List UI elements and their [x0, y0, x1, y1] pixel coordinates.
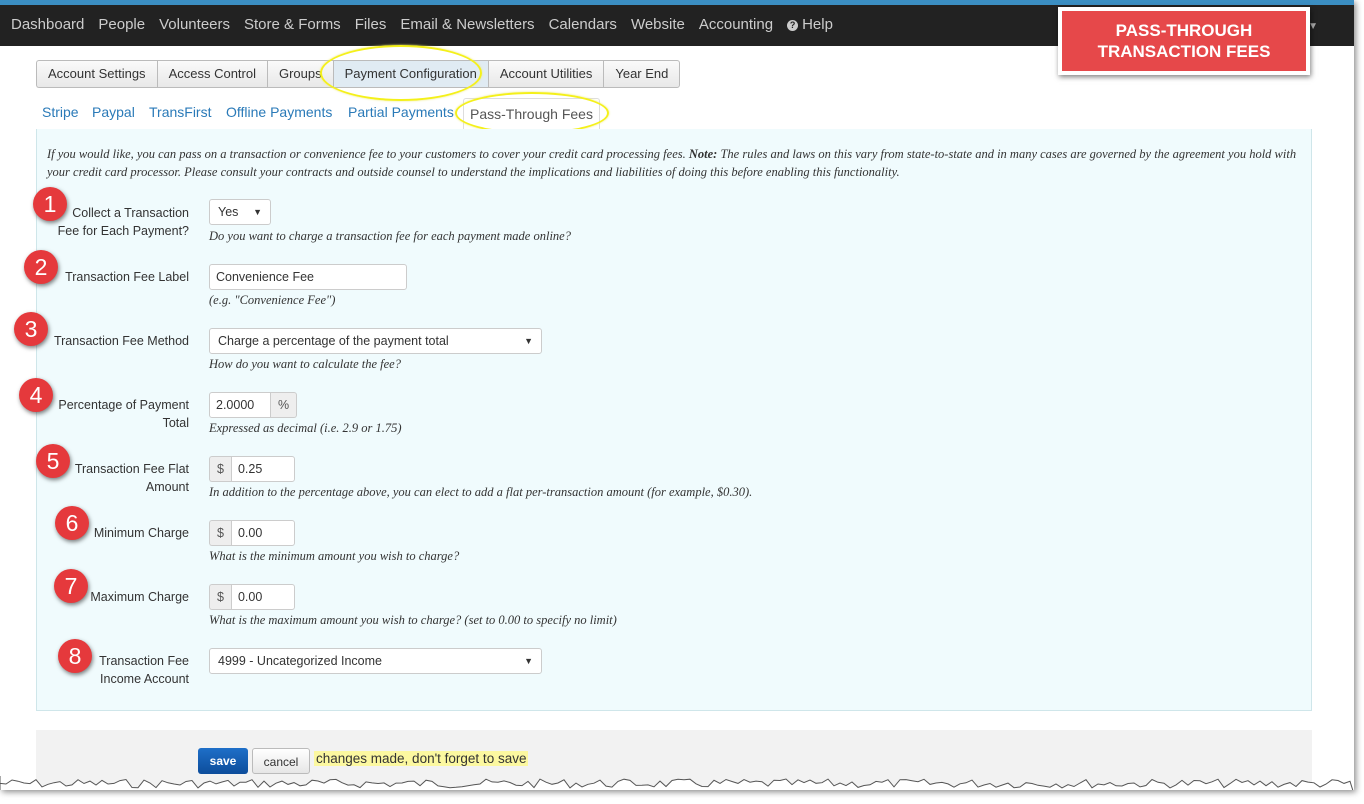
dollar-addon: $	[209, 456, 231, 482]
tab-account-utilities[interactable]: Account Utilities	[487, 60, 604, 88]
fee-label-label: Transaction Fee Label	[65, 270, 189, 284]
tab-paypal[interactable]: Paypal	[92, 104, 135, 120]
tab-stripe[interactable]: Stripe	[42, 104, 79, 120]
nav-store-forms[interactable]: Store & Forms	[244, 16, 341, 33]
income-account-label-line-1: Transaction Fee	[99, 654, 189, 668]
nav-calendars[interactable]: Calendars	[549, 16, 617, 33]
flat-amount-label-line-1: Transaction Fee Flat	[74, 462, 189, 476]
collect-fee-select[interactable]: Yes ▼	[209, 199, 271, 225]
tab-transfirst[interactable]: TransFirst	[149, 104, 211, 120]
nav-dashboard[interactable]: Dashboard	[11, 16, 84, 33]
maximum-charge-input-group: $ 0.00	[209, 584, 295, 610]
collect-fee-label-line-1: Collect a Transaction	[72, 206, 189, 220]
step-badge-6: 6	[55, 506, 89, 540]
intro-text-part-1: If you would like, you can pass on a tra…	[47, 147, 689, 161]
dollar-addon: $	[209, 584, 231, 610]
nav-email-newsletters[interactable]: Email & Newsletters	[400, 16, 534, 33]
payment-provider-tabs: Stripe Paypal TransFirst Offline Payment…	[36, 98, 1312, 130]
nav-volunteers[interactable]: Volunteers	[159, 16, 230, 33]
tab-offline-payments[interactable]: Offline Payments	[226, 104, 332, 120]
step-badge-2: 2	[24, 250, 58, 284]
collect-fee-label: Collect a Transaction Fee for Each Paymen…	[58, 204, 189, 240]
flat-amount-help: In addition to the percentage above, you…	[209, 485, 753, 499]
nav-help[interactable]: ? Help	[787, 16, 833, 33]
collect-fee-label-line-2: Fee for Each Payment?	[57, 224, 189, 238]
minimum-charge-label: Minimum Charge	[93, 526, 189, 540]
app-window: Dashboard People Volunteers Store & Form…	[0, 0, 1354, 790]
fee-method-value: Charge a percentage of the payment total	[218, 334, 449, 348]
fee-method-help: How do you want to calculate the fee?	[209, 357, 401, 371]
tab-pass-through-fees[interactable]: Pass-Through Fees	[463, 98, 600, 130]
chevron-down-icon: ▼	[253, 207, 262, 217]
percentage-label-line-1: Percentage of Payment	[58, 398, 189, 412]
tab-account-settings[interactable]: Account Settings	[36, 60, 157, 88]
tab-partial-payments[interactable]: Partial Payments	[348, 104, 454, 120]
intro-note-label: Note:	[688, 147, 718, 161]
settings-subtabs: Account Settings Access Control Groups P…	[36, 60, 681, 88]
question-circle-icon: ?	[787, 20, 799, 31]
flat-amount-input-group: $ 0.25	[209, 456, 295, 482]
fee-label-help: (e.g. "Convenience Fee")	[209, 293, 336, 307]
unsaved-changes-notice: changes made, don't forget to save	[314, 751, 529, 766]
minimum-charge-input-group: $ 0.00	[209, 520, 295, 546]
collect-fee-help: Do you want to charge a transaction fee …	[209, 229, 571, 243]
pass-through-fees-panel: If you would like, you can pass on a tra…	[14, 129, 1312, 711]
chevron-down-icon: ▼	[524, 336, 533, 346]
banner-line-1: PASS-THROUGH	[1115, 21, 1253, 40]
nav-files[interactable]: Files	[355, 16, 387, 33]
percentage-help: Expressed as decimal (i.e. 2.9 or 1.75)	[209, 421, 402, 435]
percentage-label: Percentage of Payment Total	[58, 396, 189, 432]
flat-amount-label: Transaction Fee Flat Amount	[75, 460, 189, 496]
tab-groups[interactable]: Groups	[266, 60, 333, 88]
fee-method-select[interactable]: Charge a percentage of the payment total…	[209, 328, 542, 354]
nav-people[interactable]: People	[98, 16, 145, 33]
step-badge-5: 5	[36, 444, 70, 478]
maximum-charge-label: Maximum Charge	[90, 590, 189, 604]
step-badge-4: 4	[19, 378, 53, 412]
flat-amount-label-line-2: Amount	[145, 480, 189, 494]
income-account-label: Transaction Fee Income Account	[99, 652, 189, 688]
intro-text: If you would like, you can pass on a tra…	[47, 145, 1309, 181]
nav-website[interactable]: Website	[631, 16, 685, 33]
step-badge-8: 8	[58, 639, 92, 673]
nav-help-label: Help	[802, 16, 833, 33]
annotation-banner: PASS-THROUGH TRANSACTION FEES	[1058, 7, 1310, 75]
cancel-button[interactable]: cancel	[252, 748, 310, 774]
save-button[interactable]: save	[198, 748, 248, 774]
tab-payment-configuration[interactable]: Payment Configuration	[332, 60, 488, 88]
maximum-charge-help: What is the maximum amount you wish to c…	[209, 613, 617, 627]
income-account-select[interactable]: 4999 - Uncategorized Income ▼	[209, 648, 542, 674]
minimum-charge-help: What is the minimum amount you wish to c…	[209, 549, 460, 563]
percentage-input[interactable]: 2.0000	[209, 392, 271, 418]
income-account-value: 4999 - Uncategorized Income	[218, 654, 382, 668]
dollar-addon: $	[209, 520, 231, 546]
torn-edge	[0, 776, 1354, 790]
tab-year-end[interactable]: Year End	[603, 60, 681, 88]
step-badge-7: 7	[54, 569, 88, 603]
maximum-charge-input[interactable]: 0.00	[230, 584, 295, 610]
fee-label-input[interactable]: Convenience Fee	[209, 264, 407, 290]
tab-access-control[interactable]: Access Control	[156, 60, 267, 88]
minimum-charge-input[interactable]: 0.00	[230, 520, 295, 546]
banner-line-2: TRANSACTION FEES	[1097, 42, 1271, 61]
collect-fee-value: Yes	[218, 205, 239, 219]
income-account-label-line-2: Income Account	[100, 672, 189, 686]
nav-accounting[interactable]: Accounting	[699, 16, 773, 33]
percentage-input-group: 2.0000 %	[209, 392, 298, 418]
chevron-down-icon: ▼	[524, 656, 533, 666]
fee-method-label: Transaction Fee Method	[53, 334, 189, 348]
flat-amount-input[interactable]: 0.25	[230, 456, 295, 482]
percent-addon: %	[271, 392, 298, 418]
step-badge-3: 3	[14, 312, 48, 346]
nav-items: Dashboard People Volunteers Store & Form…	[11, 16, 847, 33]
percentage-label-line-2: Total	[162, 416, 189, 430]
